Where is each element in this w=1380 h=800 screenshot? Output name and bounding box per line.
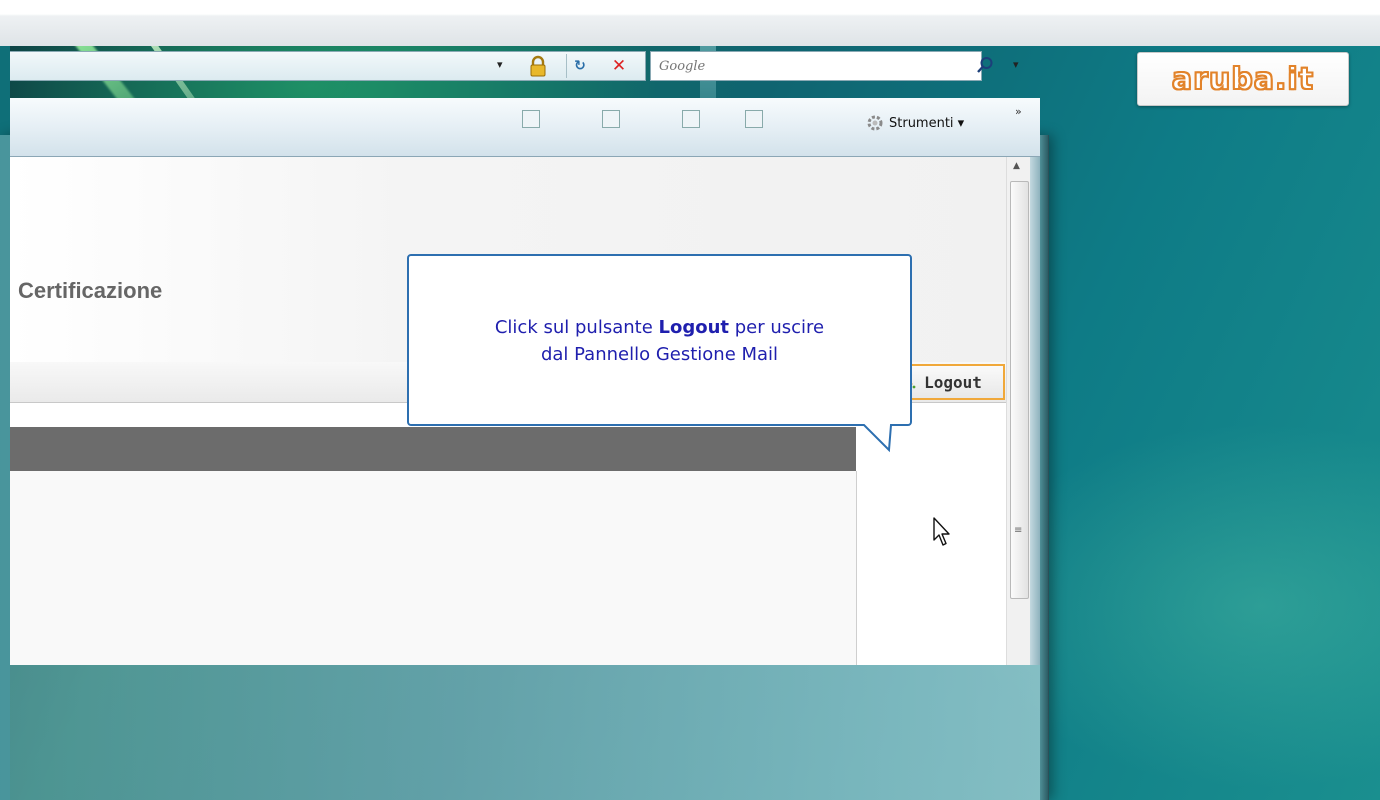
tooltip-text: Click sul pulsante Logout per uscire dal… xyxy=(408,314,911,368)
print-icon[interactable] xyxy=(682,110,700,128)
tooltip-text-before: Click sul pulsante xyxy=(494,317,659,338)
stop-icon[interactable]: ✕ xyxy=(606,54,632,78)
address-dropdown-icon[interactable]: ▾ xyxy=(497,58,503,71)
search-dropdown-icon[interactable]: ▾ xyxy=(1013,58,1019,71)
feeds-icon[interactable] xyxy=(522,110,540,128)
search-box[interactable] xyxy=(650,51,982,81)
page-title: Certificazione xyxy=(18,278,163,303)
window-frame-edge xyxy=(1040,135,1048,800)
mail-icon[interactable] xyxy=(602,110,620,128)
scroll-thumb[interactable] xyxy=(1010,181,1029,599)
refresh-icon[interactable]: ↻ xyxy=(566,54,593,78)
chevron-more-icon[interactable]: » xyxy=(1015,105,1022,118)
address-bar[interactable]: ▾ ↻ ✕ xyxy=(10,51,646,81)
page-icon[interactable] xyxy=(745,110,763,128)
search-input[interactable] xyxy=(657,56,971,76)
mouse-cursor-icon xyxy=(933,517,950,546)
top-strip xyxy=(0,0,1380,46)
scroll-up-icon[interactable]: ▲ xyxy=(1013,161,1020,171)
command-bar xyxy=(10,98,1040,157)
panel-body xyxy=(10,471,857,665)
search-icon[interactable] xyxy=(976,56,994,74)
scroll-grip-icon: ≡ xyxy=(1014,525,1023,536)
tools-menu[interactable]: Strumenti ▾ xyxy=(889,116,964,131)
tooltip-bold-logout: Logout xyxy=(658,317,730,338)
tooltip-line2: dal Pannello Gestione Mail xyxy=(540,344,779,365)
window-frame-right xyxy=(1030,157,1040,665)
vertical-scrollbar[interactable]: ▲ xyxy=(1006,157,1031,665)
logo-text: aruba.it xyxy=(1171,61,1315,98)
tools-gear-icon[interactable] xyxy=(866,114,884,132)
lock-icon[interactable] xyxy=(527,55,549,77)
tooltip-text-after: per uscire xyxy=(729,317,825,338)
logout-label: Logout xyxy=(924,372,982,392)
aruba-logo: aruba.it xyxy=(1137,52,1349,106)
